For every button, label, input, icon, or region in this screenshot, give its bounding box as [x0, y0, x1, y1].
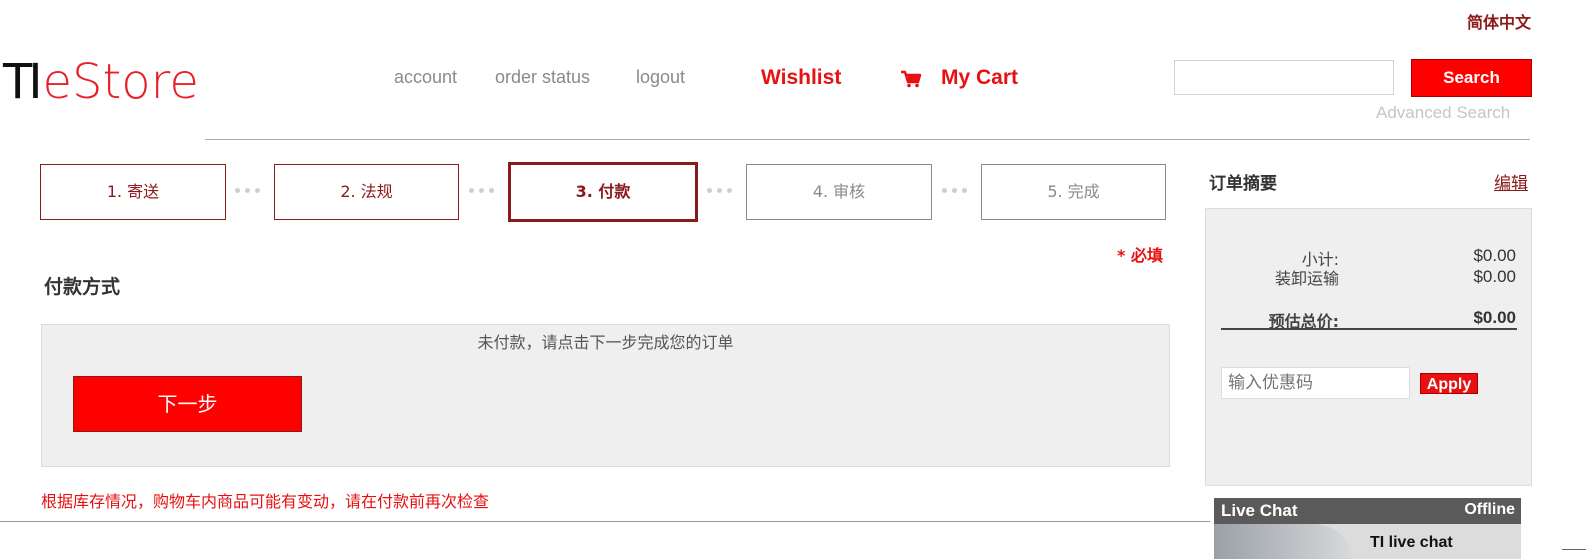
agent-photo [1214, 524, 1354, 559]
header-divider [205, 139, 1530, 140]
corner-divider [1562, 549, 1586, 550]
step-complete: 5. 完成 [981, 164, 1166, 220]
coupon-code-input[interactable] [1221, 367, 1410, 399]
payment-message: 未付款，请点击下一步完成您的订单 [477, 333, 734, 352]
language-selector[interactable]: 简体中文 [1467, 9, 1531, 33]
live-chat-header: Live Chat Offline [1214, 498, 1521, 524]
payment-method-title: 付款方式 [44, 276, 121, 298]
ti-estore-logo[interactable]: TIeStore [3, 52, 213, 112]
step-shipping[interactable]: 1. 寄送 [40, 164, 226, 220]
shipping-value: $0.00 [1473, 267, 1516, 286]
advanced-search-link[interactable]: Advanced Search [1376, 103, 1510, 123]
order-summary-title: 订单摘要 [1209, 174, 1277, 194]
apply-coupon-button[interactable]: Apply [1420, 373, 1478, 394]
shipping-label: 装卸运输 [1274, 269, 1339, 288]
search-button[interactable]: Search [1411, 59, 1532, 97]
footer-divider [0, 521, 1210, 522]
account-link[interactable]: account [394, 67, 457, 88]
estimated-total-value: $0.00 [1473, 308, 1516, 327]
live-chat-title: Live Chat [1221, 501, 1298, 520]
step-connector [707, 188, 732, 196]
live-chat-widget[interactable]: Live Chat Offline TI live chat [1214, 498, 1521, 559]
step-connector [235, 188, 260, 196]
next-step-button[interactable]: 下一步 [73, 376, 302, 432]
subtotal-value: $0.00 [1473, 246, 1516, 265]
live-chat-text: TI live chat [1370, 534, 1453, 551]
wishlist-link[interactable]: Wishlist [761, 66, 841, 90]
step-regulation[interactable]: 2. 法规 [274, 164, 459, 220]
step-connector [942, 188, 967, 196]
live-chat-status: Offline [1464, 501, 1515, 518]
edit-order-link[interactable]: 编辑 [1494, 169, 1528, 194]
search-input[interactable] [1174, 60, 1394, 95]
cart-icon[interactable] [900, 70, 922, 88]
order-status-link[interactable]: order status [495, 67, 590, 88]
stock-notice: 根据库存情况，购物车内商品可能有变动，请在付款前再次检查 [41, 492, 490, 511]
required-note: * 必填 [1117, 246, 1163, 265]
summary-total-divider [1221, 328, 1517, 330]
step-review: 4. 审核 [746, 164, 932, 220]
logout-link[interactable]: logout [636, 67, 685, 88]
step-connector [469, 188, 494, 196]
logo-ti-text: TI [3, 54, 43, 110]
step-payment[interactable]: 3. 付款 [508, 162, 698, 222]
logo-estore-text: eStore [42, 54, 199, 110]
my-cart-link[interactable]: My Cart [941, 66, 1018, 90]
